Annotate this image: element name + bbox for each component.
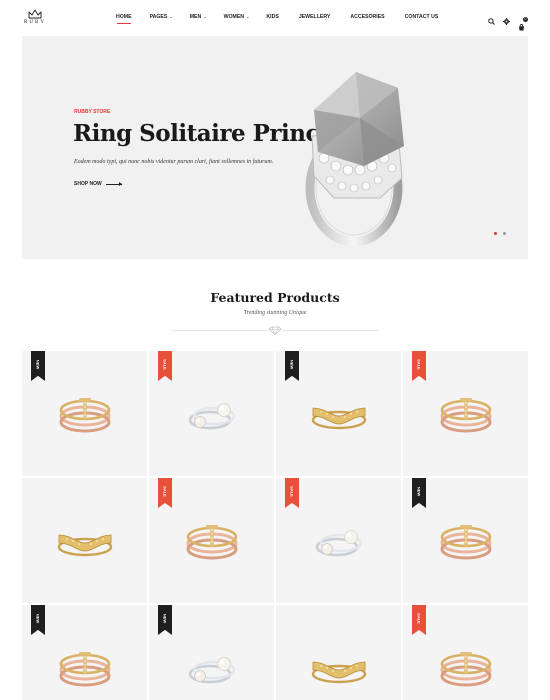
nav-item-contact-us[interactable]: CONTACT US	[405, 14, 439, 20]
header-icons: 0	[488, 12, 528, 30]
new-badge: NEW	[285, 351, 299, 381]
nav-item-women[interactable]: WOMEN ⌄	[224, 14, 250, 20]
site-header: RUBY HOME PAGES ⌄ MEN ⌄ WOMEN ⌄ KIDS JEWELL…	[0, 0, 550, 36]
chevron-down-icon: ⌄	[169, 14, 173, 19]
new-badge: NEW	[31, 605, 45, 635]
new-badge: NEW	[158, 605, 172, 635]
product-card[interactable]: NEW	[22, 605, 147, 700]
hero-description: Eodem modo typi, qui nunc nobis videntur…	[74, 159, 274, 165]
badge-label: SALE	[416, 359, 422, 370]
sale-badge: SALE	[285, 478, 299, 508]
featured-title: Featured Products	[210, 290, 340, 305]
new-badge: NEW	[412, 478, 426, 508]
slider-dots	[494, 232, 506, 235]
sale-badge: SALE	[412, 351, 426, 381]
badge-label: SALE	[162, 486, 168, 497]
badge-label: SALE	[416, 613, 422, 624]
product-card[interactable]: SALE	[403, 605, 528, 700]
nav-item-home[interactable]: HOME	[116, 14, 132, 24]
badge-label: NEW	[35, 613, 41, 624]
chevron-down-icon: ⌄	[203, 14, 207, 19]
slider-dot[interactable]	[494, 232, 497, 235]
cart-count-badge: 0	[523, 16, 528, 22]
badge-label: SALE	[162, 359, 168, 370]
nav-item-accesories[interactable]: ACCESORIES	[350, 14, 384, 20]
sale-badge: SALE	[412, 605, 426, 635]
nav-item-men[interactable]: MEN ⌄	[190, 14, 207, 20]
search-icon[interactable]	[488, 12, 495, 30]
nav-item-label: PAGES	[149, 14, 168, 20]
product-card[interactable]	[22, 478, 147, 603]
crown-icon	[28, 9, 42, 19]
product-card[interactable]: NEW	[403, 478, 528, 603]
badge-label: NEW	[416, 486, 422, 497]
shop-now-label: SHOP NOW	[74, 181, 102, 187]
sale-badge: SALE	[158, 351, 172, 381]
nav-item-pages[interactable]: PAGES ⌄	[150, 14, 173, 20]
featured-subtitle: Trending stunning Unique	[243, 310, 307, 316]
badge-label: SALE	[289, 486, 295, 497]
nav-item-label: JEWELLERY	[298, 14, 331, 20]
slider-dot[interactable]	[503, 232, 506, 235]
product-card[interactable]: SALE	[276, 478, 401, 603]
nav-item-label: ACCESORIES	[350, 14, 385, 20]
shop-now-button[interactable]: SHOP NOW	[74, 181, 122, 187]
chevron-down-icon: ⌄	[246, 14, 250, 19]
nav-item-label: CONTACT US	[404, 14, 439, 20]
nav-item-jewellery[interactable]: JEWELLERY	[299, 14, 331, 20]
nav-item-label: HOME	[116, 14, 132, 20]
product-card[interactable]: SALE	[149, 351, 274, 476]
product-card[interactable]	[276, 605, 401, 700]
sale-badge: SALE	[158, 478, 172, 508]
product-card[interactable]: NEW	[22, 351, 147, 476]
new-badge: NEW	[31, 351, 45, 381]
gear-icon[interactable]	[503, 12, 510, 30]
nav-item-label: WOMEN	[223, 14, 245, 20]
hero-ring-image	[305, 72, 404, 247]
main-nav: HOME PAGES ⌄ MEN ⌄ WOMEN ⌄ KIDS JEWELLERY A…	[116, 14, 439, 24]
cart-icon[interactable]: 0	[518, 16, 528, 30]
arrow-right-icon	[105, 181, 122, 186]
diamond-icon	[268, 326, 282, 335]
product-card[interactable]: SALE	[149, 478, 274, 603]
nav-item-label: KIDS	[266, 14, 279, 20]
brand-logo[interactable]: RUBY	[22, 9, 48, 25]
nav-item-kids[interactable]: KIDS	[266, 14, 278, 20]
nav-item-label: MEN	[189, 14, 202, 20]
hero-kicker: RUBBY STORE	[74, 109, 111, 115]
product-card[interactable]: SALE	[403, 351, 528, 476]
product-card[interactable]: NEW	[149, 605, 274, 700]
badge-label: NEW	[35, 359, 41, 370]
product-card[interactable]: NEW	[276, 351, 401, 476]
badge-label: NEW	[289, 359, 295, 370]
brand-name: RUBY	[24, 20, 46, 25]
badge-label: NEW	[162, 613, 168, 624]
hero-slider: RUBBY STORE Ring Solitaire Princess Eode…	[22, 36, 528, 259]
